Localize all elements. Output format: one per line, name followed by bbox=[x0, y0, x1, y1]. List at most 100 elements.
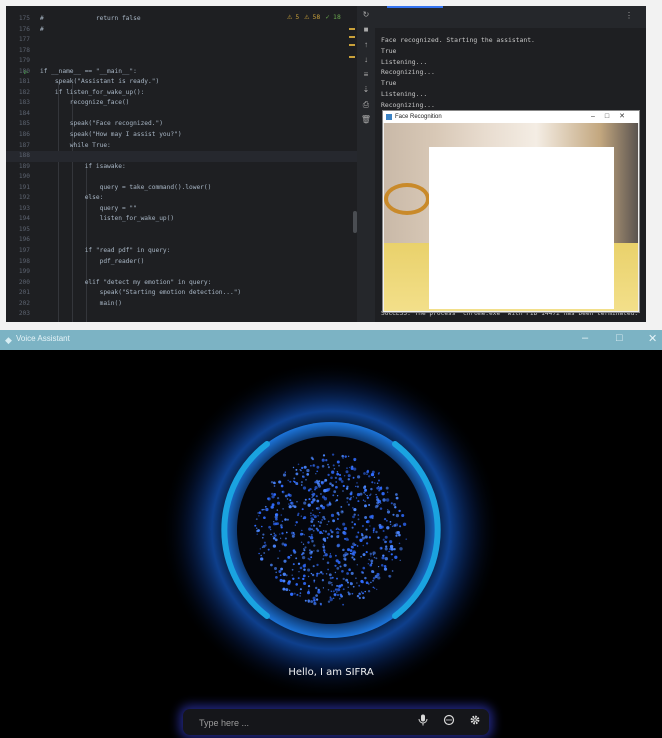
particle bbox=[341, 569, 344, 573]
particle bbox=[337, 513, 340, 516]
particle bbox=[331, 582, 333, 584]
microphone-icon[interactable] bbox=[416, 714, 430, 728]
particle bbox=[267, 497, 271, 501]
face-recognition-window[interactable]: Face Recognition –□✕ bbox=[382, 110, 640, 313]
code-line[interactable]: 188 bbox=[6, 151, 357, 162]
particle bbox=[338, 477, 342, 481]
particle bbox=[321, 532, 324, 534]
code-line[interactable]: 190 bbox=[6, 172, 357, 183]
particle bbox=[308, 527, 312, 531]
code-line[interactable]: 184 bbox=[6, 109, 357, 120]
particle bbox=[365, 488, 367, 491]
trash-icon[interactable]: 🗑 bbox=[357, 114, 375, 126]
settings-icon[interactable] bbox=[468, 714, 482, 728]
code-line[interactable]: 198 pdf_reader() bbox=[6, 257, 357, 268]
down-arrow-icon[interactable]: ↓ bbox=[357, 54, 375, 66]
particle bbox=[335, 485, 338, 489]
code-line[interactable]: 179 bbox=[6, 56, 357, 67]
code-line[interactable]: 186 speak("How may I assist you?") bbox=[6, 130, 357, 141]
particle bbox=[393, 503, 396, 506]
face-region bbox=[429, 147, 614, 309]
close-icon[interactable]: ✕ bbox=[619, 113, 635, 120]
particle bbox=[342, 522, 346, 526]
desktop-background: ⚠ 5 ⚠ 58 ✓ 18 175 # return false 176 #177 178 17… bbox=[0, 0, 662, 330]
code-editor[interactable]: ⚠ 5 ⚠ 58 ✓ 18 175 # return false 176 #177 178 17… bbox=[6, 6, 357, 322]
stop-icon[interactable]: ■ bbox=[357, 24, 375, 36]
particle bbox=[319, 571, 323, 574]
particle bbox=[370, 581, 372, 584]
code-line[interactable]: 183 recognize_face() bbox=[6, 98, 357, 109]
particle bbox=[282, 587, 286, 591]
code-line[interactable]: 191 query = take_command().lower() bbox=[6, 183, 357, 194]
code-line[interactable]: 197 if "read pdf" in query: bbox=[6, 246, 357, 257]
code-line[interactable]: 177 bbox=[6, 35, 357, 46]
code-line[interactable]: 195 bbox=[6, 225, 357, 236]
particle bbox=[390, 502, 393, 505]
run-gutter-icon[interactable]: ▷ bbox=[24, 67, 28, 78]
line-number: 175 bbox=[18, 15, 30, 22]
code-line[interactable]: 175 # return false bbox=[6, 14, 357, 25]
particle bbox=[342, 490, 344, 492]
particle bbox=[300, 529, 303, 532]
va-titlebar[interactable]: ◆ Voice Assistant – □ ✕ bbox=[0, 330, 662, 350]
chat-icon[interactable] bbox=[442, 714, 456, 728]
maximize-icon[interactable]: □ bbox=[605, 113, 619, 120]
close-icon[interactable]: ✕ bbox=[648, 332, 657, 345]
code-line[interactable]: 182 if listen_for_wake_up(): bbox=[6, 88, 357, 99]
particle bbox=[393, 548, 396, 551]
particle bbox=[297, 562, 301, 565]
particle bbox=[255, 518, 258, 521]
code-line[interactable]: 176 # bbox=[6, 25, 357, 36]
particle bbox=[342, 484, 345, 488]
particle bbox=[346, 501, 349, 503]
soft-wrap-icon[interactable]: ≡ bbox=[357, 69, 375, 81]
particle bbox=[395, 513, 400, 518]
code-line[interactable]: 178 bbox=[6, 46, 357, 57]
code-line[interactable]: 202 main() bbox=[6, 299, 357, 310]
minimize-icon[interactable]: – bbox=[591, 113, 605, 120]
code-line[interactable]: 203 bbox=[6, 309, 357, 320]
particle bbox=[284, 537, 287, 540]
particle bbox=[337, 588, 341, 592]
particle bbox=[376, 588, 378, 591]
particle bbox=[323, 551, 326, 554]
particle bbox=[343, 557, 347, 561]
particle bbox=[323, 517, 326, 521]
code-line[interactable]: 194 listen_for_wake_up() bbox=[6, 214, 357, 225]
particle bbox=[398, 542, 401, 545]
code-line[interactable]: 189 if isawake: bbox=[6, 162, 357, 173]
code-line[interactable]: 200 elif "detect my emotion" in query: bbox=[6, 278, 357, 289]
minimize-icon[interactable]: – bbox=[582, 332, 588, 344]
more-options-icon[interactable]: ⋮ bbox=[625, 11, 633, 20]
code-line[interactable]: 180 ▷ if __name__ == "__main__": bbox=[6, 67, 357, 78]
code-line[interactable]: 201 speak("Starting emotion detection...… bbox=[6, 288, 357, 299]
rerun-icon[interactable]: ↻ bbox=[357, 9, 375, 21]
code-line[interactable]: 181 speak("Assistant is ready.") bbox=[6, 77, 357, 88]
camera-feed bbox=[384, 123, 638, 311]
face-window-titlebar[interactable]: Face Recognition –□✕ bbox=[383, 111, 639, 123]
maximize-icon[interactable]: □ bbox=[616, 332, 623, 344]
code-line[interactable]: 196 bbox=[6, 235, 357, 246]
particle bbox=[336, 531, 340, 535]
particle bbox=[346, 552, 349, 556]
particle bbox=[299, 588, 302, 591]
code-line[interactable]: 185 speak("Face recognized.") bbox=[6, 119, 357, 130]
message-input[interactable] bbox=[197, 714, 401, 732]
scroll-to-end-icon[interactable]: ⇣ bbox=[357, 84, 375, 96]
up-arrow-icon[interactable]: ↑ bbox=[357, 39, 375, 51]
print-icon[interactable]: ⎙ bbox=[357, 99, 375, 111]
code-line[interactable]: 192 else: bbox=[6, 193, 357, 204]
particle bbox=[340, 480, 344, 483]
particle bbox=[364, 535, 368, 539]
particle bbox=[317, 521, 320, 523]
particle bbox=[272, 520, 275, 523]
code-line[interactable]: 187 while True: bbox=[6, 141, 357, 152]
code-line[interactable]: 199 bbox=[6, 267, 357, 278]
particle bbox=[336, 567, 340, 570]
particle bbox=[383, 567, 388, 571]
particle bbox=[301, 555, 306, 560]
particle bbox=[398, 509, 401, 513]
particle bbox=[270, 563, 273, 567]
code-line[interactable]: 193 query = "" bbox=[6, 204, 357, 215]
particle bbox=[320, 603, 322, 606]
